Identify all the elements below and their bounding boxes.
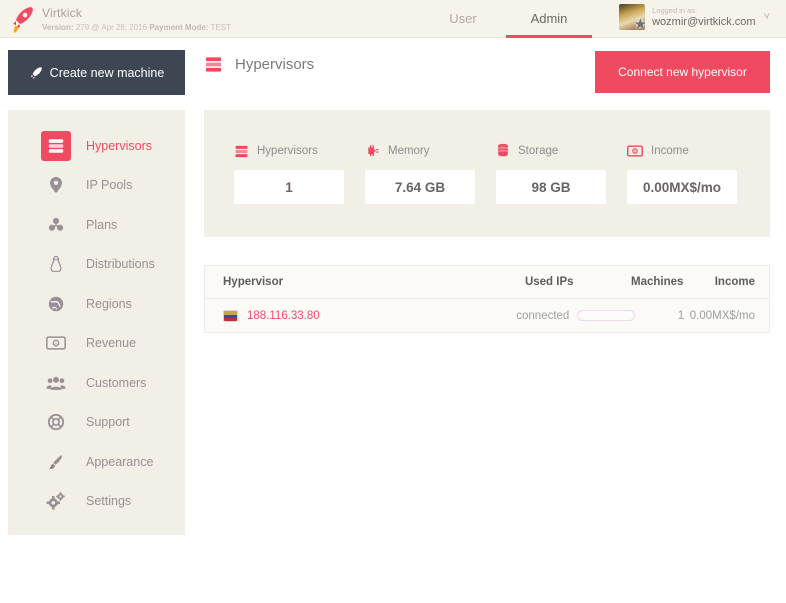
star-icon: ★ (634, 15, 645, 30)
stat-value-memory: 7.64 GB (365, 170, 475, 204)
account-menu[interactable]: ★ Logged in as: wozmir@virtkick.com ˅ (619, 4, 770, 30)
stat-value-storage: 98 GB (496, 170, 606, 204)
sidebar-label-plans: Plans (86, 218, 117, 232)
linux-tux-icon (45, 253, 67, 275)
hypervisors-table: Hypervisor Used IPs Machines Income 188.… (204, 265, 770, 333)
used-ips-progress-bar (577, 310, 635, 321)
stat-label-storage: Storage (518, 145, 558, 157)
stat-label-memory: Memory (388, 145, 430, 157)
lifebuoy-icon (45, 411, 67, 433)
top-bar: Virtkick Version: 279 @ Apr 28, 2016 Pay… (0, 0, 786, 38)
column-header-income: Income (683, 276, 769, 288)
payment-mode-value: TEST (211, 23, 231, 32)
stat-label-hypervisors: Hypervisors (257, 145, 318, 157)
sidebar-item-distributions[interactable]: Distributions (8, 245, 185, 285)
tab-admin[interactable]: Admin (506, 0, 592, 38)
cell-machines: 1 (631, 310, 684, 322)
gears-icon (45, 490, 67, 512)
banknote-icon: 0 (627, 145, 643, 157)
sidebar-label-support: Support (86, 415, 130, 429)
stat-value-hypervisors: 1 (234, 170, 344, 204)
sidebar-label-regions: Regions (86, 297, 132, 311)
users-icon (45, 372, 67, 394)
sidebar-label-customers: Customers (86, 376, 146, 390)
sidebar-item-customers[interactable]: Customers (8, 363, 185, 403)
create-new-machine-label: Create new machine (50, 66, 165, 80)
globe-icon (45, 293, 67, 315)
cell-used-ips-bar (569, 310, 631, 321)
column-header-machines: Machines (630, 276, 684, 288)
version-label: Version: (42, 23, 74, 32)
table-row[interactable]: 188.116.33.80 connected 1 0.00MX$/mo (205, 299, 769, 332)
account-email: wozmir@virtkick.com (652, 16, 755, 28)
stat-card-memory: Memory 7.64 GB (365, 142, 496, 204)
nav-tabs: User Admin (420, 0, 592, 38)
stat-value-income: 0.00MX$/mo (627, 170, 737, 204)
rocket-icon (29, 66, 43, 80)
map-pin-icon (45, 174, 67, 196)
server-rack-icon (204, 55, 223, 74)
logged-in-label: Logged in as: (652, 6, 755, 15)
cell-status: connected (472, 310, 569, 322)
connect-new-hypervisor-button[interactable]: Connect new hypervisor (595, 51, 770, 93)
server-rack-icon (234, 144, 249, 159)
server-rack-icon (41, 131, 71, 161)
brand-name: Virtkick (42, 6, 231, 20)
hypervisor-ip-link[interactable]: 188.116.33.80 (247, 310, 320, 322)
avatar: ★ (619, 4, 645, 30)
stat-card-income: 0 Income 0.00MX$/mo (627, 142, 758, 204)
sidebar-item-plans[interactable]: Plans (8, 205, 185, 245)
version-value: 279 @ Apr 28, 2016 (76, 23, 147, 32)
sidebar: Hypervisors IP Pools Plans (8, 110, 185, 535)
column-header-used-ips: Used IPs (475, 276, 573, 288)
database-icon (496, 143, 510, 159)
cell-hypervisor: 188.116.33.80 (205, 310, 472, 322)
sidebar-item-settings[interactable]: Settings (8, 482, 185, 522)
tab-user[interactable]: User (420, 0, 506, 38)
sidebar-item-support[interactable]: Support (8, 403, 185, 443)
sidebar-item-ip-pools[interactable]: IP Pools (8, 166, 185, 206)
cubes-icon (45, 214, 67, 236)
sidebar-item-hypervisors[interactable]: Hypervisors (8, 126, 185, 166)
version-info: Version: 279 @ Apr 28, 2016 Payment Mode… (42, 23, 231, 32)
stats-panel: Hypervisors 1 Memory (204, 110, 770, 237)
table-header-row: Hypervisor Used IPs Machines Income (205, 266, 769, 299)
stat-card-storage: Storage 98 GB (496, 142, 627, 204)
sidebar-label-ip-pools: IP Pools (86, 178, 132, 192)
payment-mode-label: Payment Mode: (149, 23, 208, 32)
page-title: Hypervisors (235, 56, 314, 73)
sidebar-label-settings: Settings (86, 494, 131, 508)
paintbrush-icon (45, 451, 67, 473)
sidebar-label-appearance: Appearance (86, 455, 153, 469)
memory-chip-icon (365, 144, 380, 159)
sidebar-label-hypervisors: Hypervisors (86, 139, 152, 153)
create-new-machine-button[interactable]: Create new machine (8, 50, 185, 95)
stat-label-income: Income (651, 145, 689, 157)
cell-income: 0.00MX$/mo (684, 310, 769, 322)
brand[interactable]: Virtkick Version: 279 @ Apr 28, 2016 Pay… (10, 4, 231, 34)
chevron-down-icon[interactable]: ˅ (764, 11, 770, 23)
flag-icon (223, 310, 238, 322)
banknote-icon: 0 (45, 332, 67, 354)
sidebar-item-appearance[interactable]: Appearance (8, 442, 185, 482)
column-header-hypervisor: Hypervisor (205, 276, 475, 288)
page-header: Hypervisors (204, 55, 314, 74)
stat-card-hypervisors: Hypervisors 1 (234, 142, 365, 204)
sidebar-item-revenue[interactable]: 0 Revenue (8, 324, 185, 364)
sidebar-item-regions[interactable]: Regions (8, 284, 185, 324)
sidebar-label-revenue: Revenue (86, 336, 136, 350)
sidebar-label-distributions: Distributions (86, 257, 155, 271)
rocket-icon (10, 4, 36, 34)
